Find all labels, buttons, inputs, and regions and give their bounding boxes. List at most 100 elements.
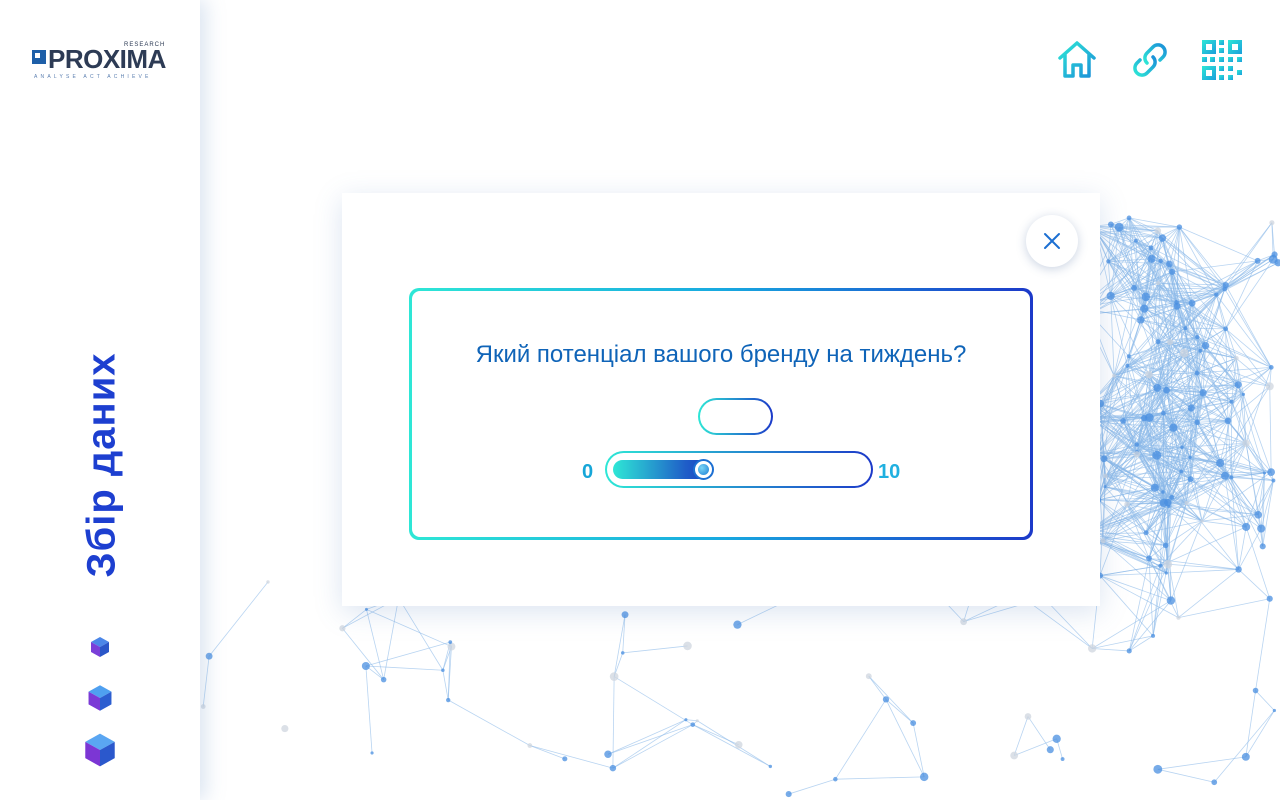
network-line (1128, 564, 1169, 652)
network-node (683, 641, 692, 651)
link-icon[interactable] (1128, 38, 1172, 82)
network-node (1158, 234, 1167, 242)
network-node (1133, 451, 1141, 458)
network-node (1167, 504, 1171, 508)
network-node (1221, 471, 1229, 480)
network-node (1176, 615, 1181, 620)
network-line (1178, 598, 1270, 618)
network-line (1255, 598, 1271, 691)
network-node (1145, 370, 1153, 379)
network-node (1161, 410, 1166, 416)
answer-value-field[interactable] (698, 398, 773, 435)
network-node (1161, 490, 1165, 494)
scale-max-label: 10 (878, 461, 901, 483)
network-node (1156, 281, 1160, 286)
network-line (1170, 520, 1203, 601)
network-node (1187, 476, 1194, 483)
network-node (1179, 469, 1184, 474)
network-node (865, 673, 872, 680)
network-line (912, 722, 925, 777)
network-line (1178, 569, 1239, 618)
network-node (1252, 687, 1259, 694)
network-line (835, 776, 925, 780)
network-node (768, 764, 773, 769)
network-node (1259, 543, 1266, 550)
network-node (734, 740, 743, 749)
network-line (697, 720, 771, 767)
network-line (622, 645, 688, 654)
network-node (910, 720, 917, 727)
network-node (1234, 381, 1242, 389)
network-node (1106, 259, 1111, 264)
question-card: Який потенціал вашого бренду на тиждень?… (409, 288, 1033, 540)
slider-thumb[interactable] (693, 459, 714, 480)
cube-icon (88, 685, 112, 711)
network-line (529, 745, 565, 760)
network-node (1199, 389, 1207, 397)
network-node (1257, 524, 1266, 533)
network-node (1169, 494, 1175, 500)
network-node (1152, 450, 1162, 460)
network-line (1179, 226, 1258, 262)
close-button[interactable] (1026, 215, 1078, 267)
network-node (1188, 455, 1192, 459)
network-node (1153, 764, 1163, 774)
network-node (1262, 471, 1267, 475)
network-node (1164, 571, 1168, 575)
question-modal: Який потенціал вашого бренду на тиждень?… (342, 193, 1100, 606)
network-node (1242, 439, 1250, 447)
network-node (1046, 746, 1054, 754)
network-node (1154, 227, 1162, 235)
network-node (1195, 334, 1200, 340)
network-node (690, 722, 696, 727)
network-node (1103, 473, 1108, 479)
network-line (1245, 690, 1256, 757)
home-icon[interactable] (1055, 38, 1099, 82)
network-line (1166, 569, 1239, 574)
network-node (1169, 423, 1178, 432)
network-line (1157, 768, 1215, 783)
network-line (365, 665, 373, 753)
network-node (1150, 633, 1156, 638)
network-line (1092, 635, 1154, 649)
network-node (1155, 339, 1161, 345)
proxima-logo: PROXIMA RESEARCH ANALYSE ACT ACHIEVE (32, 42, 172, 84)
network-node (1194, 419, 1200, 426)
network-node (1153, 383, 1162, 392)
network-node (1148, 245, 1154, 251)
network-node (1272, 708, 1277, 713)
network-node (695, 719, 699, 723)
network-node (1120, 418, 1126, 424)
network-node (1254, 510, 1262, 519)
network-node (370, 751, 374, 755)
network-node (1146, 555, 1152, 562)
network-node (562, 756, 568, 762)
network-line (612, 676, 615, 769)
network-line (365, 665, 443, 671)
network-line (1227, 385, 1271, 422)
qr-code-icon[interactable] (1200, 38, 1244, 82)
network-node (1143, 530, 1149, 536)
network-line (1255, 690, 1275, 711)
network-node (339, 625, 346, 632)
network-node (1126, 648, 1132, 654)
network-node (1214, 292, 1219, 297)
network-node (1163, 559, 1173, 569)
network-node (281, 724, 289, 733)
network-node (380, 676, 387, 683)
network-line (613, 676, 693, 726)
network-line (885, 699, 925, 778)
network-node (1126, 354, 1131, 359)
network-node (1010, 751, 1019, 760)
network-node (1112, 373, 1117, 378)
network-line (607, 719, 687, 755)
rating-slider[interactable] (605, 451, 873, 488)
network-node (266, 580, 270, 584)
cube-icon (91, 637, 109, 657)
network-line (1269, 386, 1272, 473)
answer-value (700, 400, 771, 433)
network-node (1198, 348, 1203, 353)
network-node (1140, 304, 1149, 313)
network-node (1188, 299, 1196, 307)
network-node (1147, 254, 1156, 263)
